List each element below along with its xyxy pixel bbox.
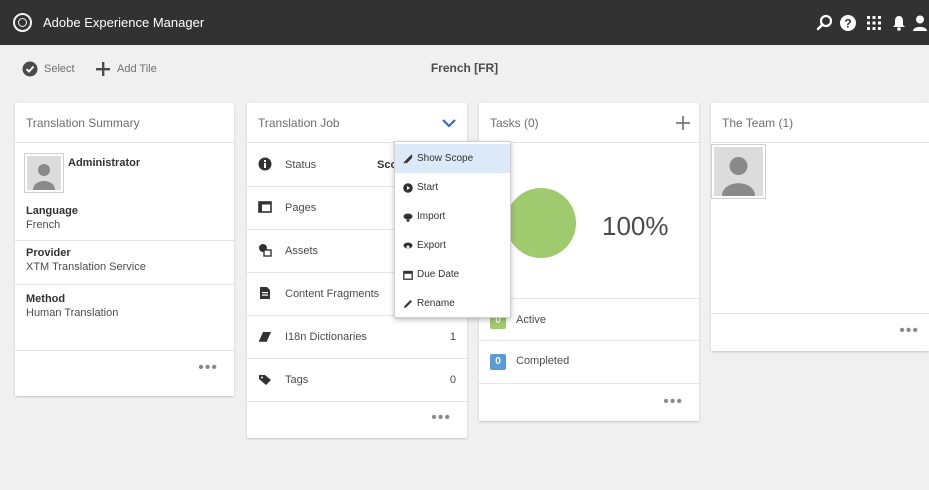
menu-item-label: Due Date <box>417 269 460 280</box>
menu-item-label: Export <box>417 240 446 251</box>
card-title: Translation Summary <box>26 116 140 130</box>
chevron-down-icon[interactable] <box>441 116 457 130</box>
more-actions-button[interactable]: ••• <box>663 393 683 411</box>
more-actions-button[interactable]: ••• <box>198 359 218 377</box>
notifications-bell-icon[interactable] <box>889 13 909 33</box>
method-label: Method <box>26 293 66 305</box>
active-tasks-row[interactable]: 0 Active <box>479 298 699 341</box>
pencil-icon <box>404 299 412 308</box>
language-row: Language French <box>15 195 234 241</box>
info-icon <box>258 157 272 171</box>
top-bar: Adobe Experience Manager ? <box>0 0 929 45</box>
menu-item-show-scope[interactable]: Show Scope <box>395 144 510 173</box>
card-header: The Team (1) <box>711 103 929 143</box>
tag-icon <box>259 375 271 385</box>
content-fragments-label: Content Fragments <box>285 288 380 300</box>
cloud-import-icon <box>403 213 413 222</box>
dictionary-icon <box>259 332 271 342</box>
i18n-dictionaries-label: I18n Dictionaries <box>285 331 367 343</box>
card-header: Tasks (0) <box>479 103 699 143</box>
card-title: Translation Job <box>258 116 340 130</box>
completed-count-badge: 0 <box>490 354 506 370</box>
language-label: Language <box>26 205 78 217</box>
tasks-card: Tasks (0) 100% 0 Active 0 Completed ••• <box>479 103 699 421</box>
completed-tasks-row[interactable]: 0 Completed <box>479 341 699 384</box>
search-icon[interactable] <box>815 13 835 33</box>
team-card: The Team (1) ••• <box>711 103 929 351</box>
i18n-dictionaries-row[interactable]: I18n Dictionaries 1 <box>247 316 467 359</box>
cloud-export-icon <box>403 242 413 250</box>
tags-row[interactable]: Tags 0 <box>247 359 467 402</box>
more-actions-button[interactable]: ••• <box>899 322 919 340</box>
menu-item-due-date[interactable]: Due Date <box>395 260 510 289</box>
tags-label: Tags <box>285 374 309 386</box>
pages-icon <box>258 201 272 213</box>
menu-item-label: Import <box>417 211 446 222</box>
menu-item-export[interactable]: Export <box>395 231 510 260</box>
menu-item-rename[interactable]: Rename <box>395 289 510 318</box>
assets-icon <box>259 244 272 257</box>
menu-item-label: Show Scope <box>417 153 474 164</box>
translation-job-actions-menu: Show Scope Start Import Export Due Date … <box>394 141 511 318</box>
user-name: Administrator <box>68 157 141 169</box>
help-icon[interactable]: ? <box>838 13 858 33</box>
add-task-plus-icon[interactable] <box>675 115 691 131</box>
provider-row: Provider XTM Translation Service <box>15 241 234 285</box>
team-member-avatar-icon[interactable] <box>711 144 766 199</box>
document-icon <box>260 287 270 299</box>
completed-label: Completed <box>516 355 570 367</box>
language-value: French <box>26 219 61 231</box>
active-label: Active <box>516 314 546 326</box>
menu-item-label: Start <box>417 182 439 193</box>
i18n-dictionaries-count: 1 <box>449 331 456 343</box>
menu-item-start[interactable]: Start <box>395 173 510 202</box>
menu-item-label: Rename <box>417 298 455 309</box>
provider-label: Provider <box>26 247 71 259</box>
aem-logo-icon[interactable] <box>13 13 32 32</box>
action-bar: Select Add Tile French [FR] <box>0 45 929 93</box>
calendar-icon <box>403 270 413 280</box>
assets-label: Assets <box>285 245 319 257</box>
translation-summary-card: Translation Summary Administrator Langua… <box>15 103 234 396</box>
menu-item-import[interactable]: Import <box>395 202 510 231</box>
user-profile-icon[interactable] <box>910 13 929 33</box>
play-icon <box>403 182 413 193</box>
card-header: Translation Job <box>247 103 467 143</box>
apps-grid-icon[interactable] <box>864 13 884 33</box>
card-footer-divider <box>711 313 929 314</box>
completion-pie-chart <box>506 188 576 258</box>
user-avatar-icon <box>24 153 64 193</box>
card-title: The Team (1) <box>722 116 794 130</box>
pages-label: Pages <box>285 202 317 214</box>
card-title: Tasks (0) <box>490 116 539 130</box>
card-header: Translation Summary <box>15 103 234 143</box>
completion-percent: 100% <box>602 211 669 241</box>
tags-count: 0 <box>449 374 456 386</box>
show-scope-icon <box>403 154 413 163</box>
status-label: Status <box>285 159 317 171</box>
more-actions-button[interactable]: ••• <box>431 409 451 427</box>
method-row: Method Human Translation <box>15 285 234 351</box>
page-title: French [FR] <box>430 61 499 75</box>
app-title[interactable]: Adobe Experience Manager <box>43 15 204 30</box>
svg-text:?: ? <box>844 17 851 31</box>
method-value: Human Translation <box>26 307 119 319</box>
provider-value: XTM Translation Service <box>26 261 146 273</box>
